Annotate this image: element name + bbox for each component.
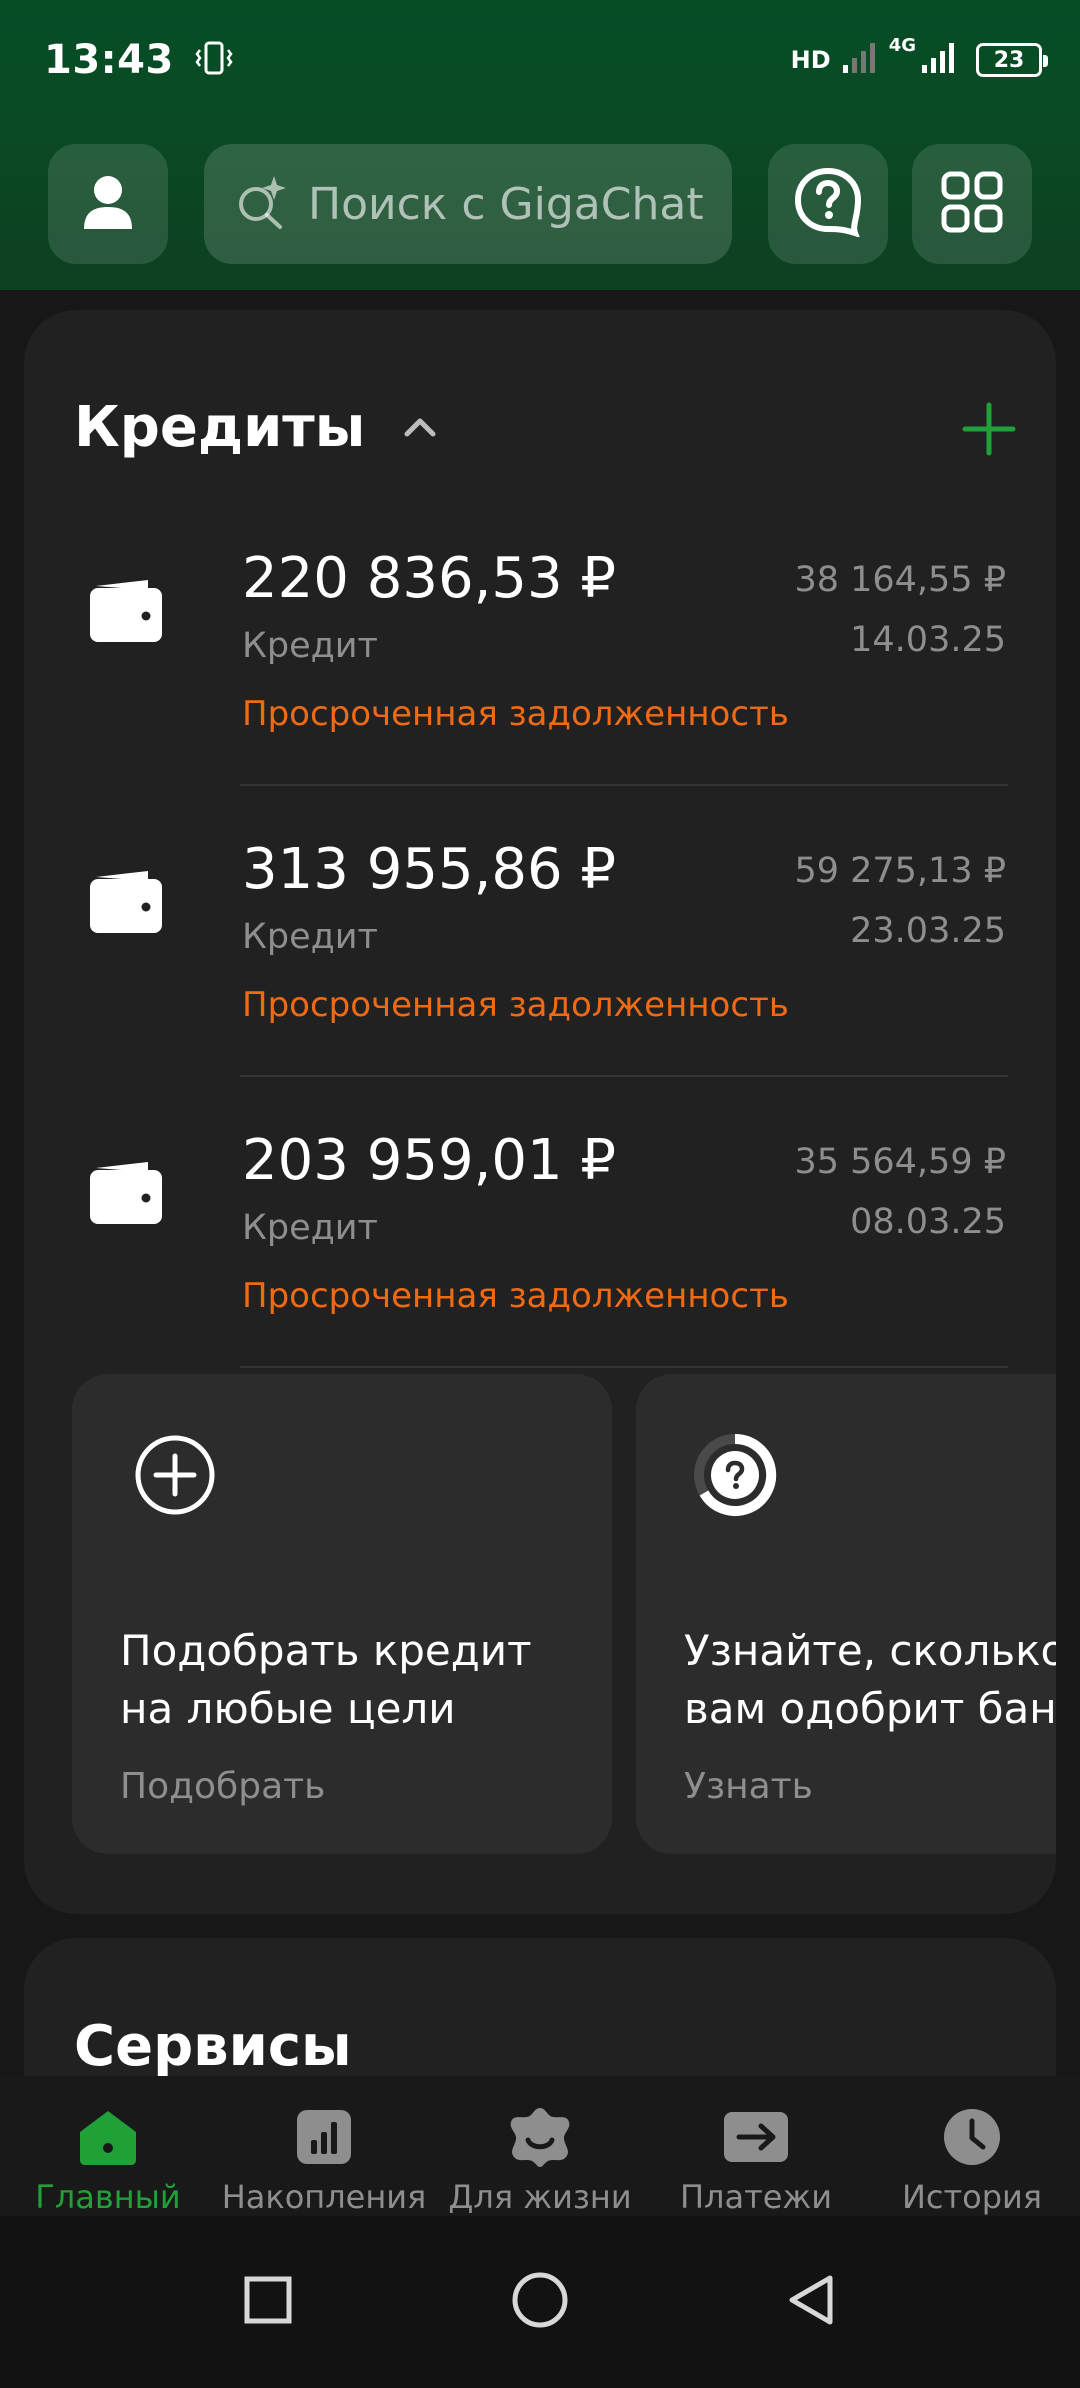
add-credit-button[interactable] [954,394,1024,464]
app-screen: 13:43 HD 4G 23 Поиск с GigaChat Кредиты … [0,0,1080,2388]
services-title: Сервисы [74,2014,352,2079]
battery-level: 23 [993,47,1025,73]
loan-item[interactable]: 313 955,86 ₽ Кредит Просроченная задолже… [24,817,1056,1107]
offer-title: Подобрать кредит на любые цели [120,1626,532,1733]
nav-label: Главный [35,2178,181,2216]
loan-date: 08.03.25 [850,1202,1006,1242]
loan-type: Кредит [242,626,378,666]
chart-icon [291,2106,357,2168]
system-navigation [0,2216,1080,2388]
divider [240,1075,1008,1077]
grid-icon [941,171,1003,237]
offer-check-approval[interactable]: Узнайте, сколько вам одобрит банк Узнать [636,1374,1056,1854]
loan-date: 23.03.25 [850,911,1006,951]
loan-overdue-status: Просроченная задолженность [242,694,789,734]
loan-payment: 35 564,59 ₽ [794,1142,1006,1182]
signal-icon-1 [841,41,879,79]
credits-title: Кредиты [74,394,366,460]
loan-amount: 220 836,53 ₽ [242,546,617,611]
transfer-arrow-icon [723,2106,789,2168]
bottom-navigation: Главный Накопления Для жизни Платежи Ист… [0,2076,1080,2216]
credits-card: Кредиты 220 836,53 ₽ Кредит Просроченная… [24,310,1056,1914]
question-progress-icon [692,1432,778,1518]
network-hd-label: HD [790,46,831,74]
chevron-up-icon[interactable] [403,416,437,438]
loan-type: Кредит [242,917,378,957]
back-button[interactable] [778,2268,842,2332]
home-system-button[interactable] [508,2268,572,2332]
search-input[interactable]: Поиск с GigaChat [204,144,732,264]
nav-item-life[interactable]: Для жизни [432,2076,648,2216]
divider [240,784,1008,786]
loan-overdue-status: Просроченная задолженность [242,985,789,1025]
nav-item-payments[interactable]: Платежи [648,2076,864,2216]
recents-button[interactable] [236,2268,300,2332]
status-bar: 13:43 HD 4G 23 [0,0,1080,120]
nav-item-savings[interactable]: Накопления [216,2076,432,2216]
loan-payment: 38 164,55 ₽ [794,560,1006,600]
loan-amount: 313 955,86 ₽ [242,837,617,902]
offer-link[interactable]: Узнать [684,1766,813,1807]
apps-grid-button[interactable] [912,144,1032,264]
status-left: 13:43 [44,37,234,83]
home-icon [75,2106,141,2168]
plus-icon [962,402,1016,456]
loan-amount: 203 959,01 ₽ [242,1128,617,1193]
nav-label: Накопления [221,2178,427,2216]
help-button[interactable] [768,144,888,264]
circle-icon [512,2272,568,2328]
nav-label: История [901,2178,1043,2216]
triangle-back-icon [789,2275,833,2325]
question-chat-icon [793,167,863,241]
signal-icon-2 [920,41,958,79]
nav-label: Платежи [679,2178,833,2216]
nav-label: Для жизни [448,2178,632,2216]
loan-payment: 59 275,13 ₽ [794,851,1006,891]
loan-item[interactable]: 203 959,01 ₽ Кредит Просроченная задолже… [24,1108,1056,1398]
plus-circle-icon [132,1432,218,1518]
user-icon [81,173,135,235]
status-time: 13:43 [44,37,174,83]
nav-item-history[interactable]: История [864,2076,1080,2216]
nav-item-home[interactable]: Главный [0,2076,216,2216]
wallet-icon [88,869,164,935]
wallet-icon [88,1160,164,1226]
credits-header[interactable]: Кредиты [74,382,1024,472]
app-header: Поиск с GigaChat [0,144,1080,264]
network-4g-label: 4G [888,35,916,56]
loan-item[interactable]: 220 836,53 ₽ Кредит Просроченная задолже… [24,526,1056,816]
offer-link[interactable]: Подобрать [120,1766,325,1807]
wallet-icon [88,578,164,644]
loan-overdue-status: Просроченная задолженность [242,1276,789,1316]
square-icon [244,2276,292,2324]
search-placeholder: Поиск с GigaChat [308,178,704,230]
status-right: HD 4G 23 [790,37,1048,79]
offer-select-credit[interactable]: Подобрать кредит на любые цели Подобрать [72,1374,612,1854]
vibrate-icon [194,38,234,82]
divider [240,1366,1008,1368]
clock-icon [939,2106,1005,2168]
offer-title: Узнайте, сколько вам одобрит банк [684,1626,1056,1733]
smile-star-icon [507,2106,573,2168]
battery-icon: 23 [976,43,1048,77]
profile-button[interactable] [48,144,168,264]
loan-type: Кредит [242,1208,378,1248]
loan-date: 14.03.25 [850,620,1006,660]
ai-search-icon [234,174,290,234]
